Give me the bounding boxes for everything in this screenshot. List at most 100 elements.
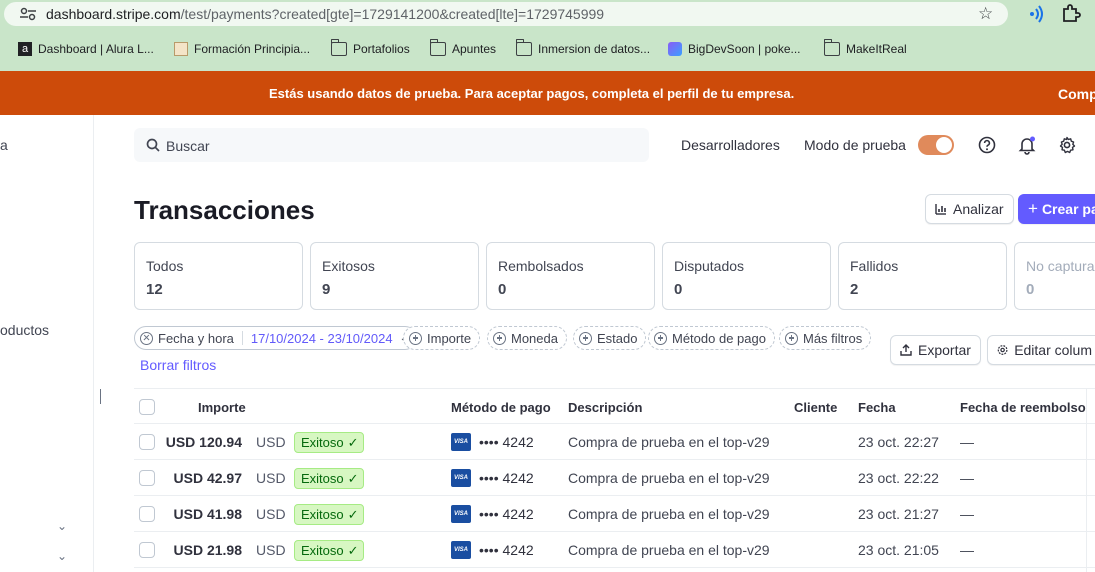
notifications-bell-icon[interactable] [1017,135,1037,155]
search-bar[interactable]: Buscar [134,128,649,162]
row-currency: USD [256,434,286,450]
chevron-down-icon[interactable]: ⌄ [57,519,67,533]
tab-all[interactable]: Todos 12 [134,242,303,310]
row-amount: USD 41.98 [173,506,242,522]
filter-chip-label: Método de pago [672,330,766,346]
row-refund-date: — [960,542,974,558]
table-header: Importe Método de pago Descripción Clien… [134,388,1095,424]
column-header-date[interactable]: Fecha [858,400,896,415]
row-currency: USD [256,506,286,522]
bookmark-inmersion[interactable]: Inmersion de datos... [516,37,650,61]
tab-failed[interactable]: Fallidos 2 [838,242,1007,310]
row-checkbox[interactable] [139,434,155,450]
select-all-checkbox[interactable] [139,399,155,415]
search-placeholder: Buscar [166,138,210,154]
extensions-puzzle-icon[interactable] [1060,4,1082,24]
filter-chip-amount[interactable]: Importe [403,326,481,350]
site-info-icon[interactable] [18,6,38,22]
status-label: Exitoso [301,471,344,486]
tab-uncaptured[interactable]: No captura 0 [1014,242,1095,310]
row-date: 23 oct. 21:05 [858,542,939,558]
row-checkbox[interactable] [139,470,155,486]
url-domain: dashboard.stripe.com [46,6,181,22]
add-filter-icon [579,331,592,345]
table-row[interactable]: USD 21.98 USD Exitoso ✓ VISA •••• 4242 Co… [134,532,1095,568]
column-header-description[interactable]: Descripción [568,400,642,415]
date-filter-chip[interactable]: Fecha y hora 17/10/2024 - 23/10/2024 ⌄ [134,326,417,350]
filter-chip-status[interactable]: Estado [573,326,647,350]
tab-count: 12 [146,281,163,298]
clear-filter-icon[interactable] [140,331,153,345]
row-checkbox[interactable] [139,542,155,558]
broadcast-extension-icon[interactable] [1024,4,1046,24]
bigdevsoon-icon [668,42,682,56]
filter-chip-label: Más filtros [803,330,863,346]
filter-chip-payment-method[interactable]: Método de pago [648,326,775,350]
status-badge: Exitoso ✓ [294,432,364,453]
sidebar-item[interactable]: a [0,137,8,153]
edit-columns-button[interactable]: Editar colum [987,335,1095,365]
bookmark-makeitreal[interactable]: MakeItReal [824,37,907,61]
chip-divider [241,331,243,345]
bookmark-portafolios[interactable]: Portafolios [331,37,410,61]
bookmark-bigdevsoon[interactable]: BigDevSoon | poke... [668,37,801,61]
address-bar[interactable]: dashboard.stripe.com/test/payments?creat… [4,2,1008,26]
help-icon[interactable] [977,135,997,155]
checkmark-icon: ✓ [347,470,359,486]
filter-chip-currency[interactable]: Moneda [487,326,567,350]
tab-refunded[interactable]: Rembolsados 0 [486,242,655,310]
test-data-banner: Estás usando datos de prueba. Para acept… [0,71,1095,115]
bookmark-label: Dashboard | Alura L... [38,42,154,56]
column-header-refund-date[interactable]: Fecha de reembolso [960,400,1086,415]
row-description: Compra de prueba en el top-v29 [568,434,770,450]
sidebar-resize-handle[interactable] [100,389,101,404]
bookmark-label: Portafolios [353,42,410,56]
status-label: Exitoso [301,507,344,522]
bookmark-apuntes[interactable]: Apuntes [430,37,496,61]
visa-card-icon: VISA [451,433,471,451]
filter-chip-label: Moneda [511,330,558,346]
url-text[interactable]: dashboard.stripe.com/test/payments?creat… [46,6,604,22]
export-button[interactable]: Exportar [890,335,981,365]
test-mode-toggle[interactable] [918,135,954,155]
sticky-column-divider [1086,388,1087,572]
row-checkbox[interactable] [139,506,155,522]
bookmark-principia[interactable]: Formación Principia... [174,37,310,61]
tab-label: Todos [146,258,184,274]
table-row[interactable]: USD 120.94 USD Exitoso ✓ VISA •••• 4242 C… [134,424,1095,460]
status-badge: Exitoso ✓ [294,504,364,525]
tab-count: 9 [322,281,331,298]
filter-chip-more[interactable]: Más filtros [779,326,872,350]
table-row[interactable]: USD 42.97 USD Exitoso ✓ VISA •••• 4242 Co… [134,460,1095,496]
plus-icon: + [1028,199,1038,218]
tab-succeeded[interactable]: Exitosos 9 [310,242,479,310]
row-refund-date: — [960,506,974,522]
table-row[interactable]: USD 41.98 USD Exitoso ✓ VISA •••• 4242 Co… [134,496,1095,532]
sidebar: a oductos ⌄ ⌄ [0,115,94,572]
column-header-payment-method[interactable]: Método de pago [451,400,551,415]
bookmark-alura[interactable]: a Dashboard | Alura L... [18,37,154,61]
bookmark-star-icon[interactable]: ☆ [978,4,993,24]
chevron-down-icon[interactable]: ⌄ [57,549,67,563]
analyze-button[interactable]: Analizar [925,194,1014,224]
date-filter-label: Fecha y hora [158,330,234,346]
create-payment-button[interactable]: + Crear pa [1018,194,1095,224]
checkmark-icon: ✓ [347,542,359,558]
column-header-customer[interactable]: Cliente [794,400,837,415]
add-filter-icon [785,331,798,345]
developers-link[interactable]: Desarrolladores [681,137,780,153]
tab-count: 2 [850,281,859,298]
tab-label: Fallidos [850,258,899,274]
settings-gear-icon[interactable] [1057,135,1077,155]
row-amount: USD 120.94 [165,434,242,450]
sidebar-item-products[interactable]: oductos [0,322,49,338]
tab-label: Exitosos [322,258,375,274]
edit-columns-label: Editar colum [1014,342,1092,358]
row-currency: USD [256,542,286,558]
complete-profile-link[interactable]: Comp [1058,86,1095,102]
tab-disputed[interactable]: Disputados 0 [662,242,831,310]
add-filter-icon [493,331,506,345]
column-header-amount[interactable]: Importe [198,400,246,415]
status-badge: Exitoso ✓ [294,540,364,561]
clear-filters-link[interactable]: Borrar filtros [140,357,216,373]
